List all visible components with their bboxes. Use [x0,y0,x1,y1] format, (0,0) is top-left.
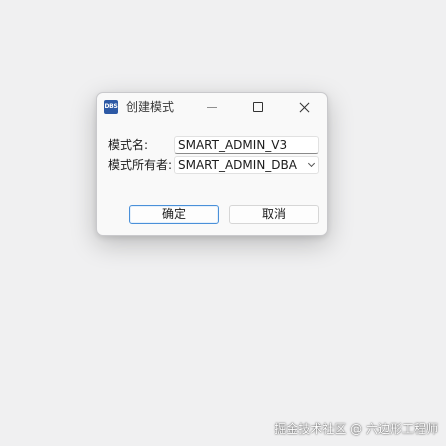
minimize-icon [207,106,217,108]
close-icon [299,102,310,113]
schema-name-input[interactable]: SMART_ADMIN_V3 [174,136,319,154]
close-button[interactable] [281,93,327,121]
maximize-button[interactable] [235,93,281,121]
title-bar[interactable]: DBS 创建模式 [97,93,327,121]
owner-label: 模式所有者: [108,158,173,172]
minimize-button[interactable] [189,93,235,121]
owner-select-value: SMART_ADMIN_DBA [178,158,297,172]
app-icon: DBS [104,100,118,114]
dialog-title: 创建模式 [126,100,175,114]
owner-select[interactable]: SMART_ADMIN_DBA [174,156,319,174]
watermark: 掘金技术社区 @ 六边形工程师 [274,422,438,436]
ok-button[interactable]: 确定 [129,205,219,224]
desktop-background: DBS 创建模式 模式名: SMART_ADMIN_V3 模式所有者: SMAR… [0,0,446,446]
maximize-icon [253,102,263,112]
schema-name-label: 模式名: [108,138,149,152]
create-schema-dialog: DBS 创建模式 模式名: SMART_ADMIN_V3 模式所有者: SMAR… [96,92,328,236]
cancel-button[interactable]: 取消 [229,205,319,224]
chevron-down-icon [307,159,316,168]
